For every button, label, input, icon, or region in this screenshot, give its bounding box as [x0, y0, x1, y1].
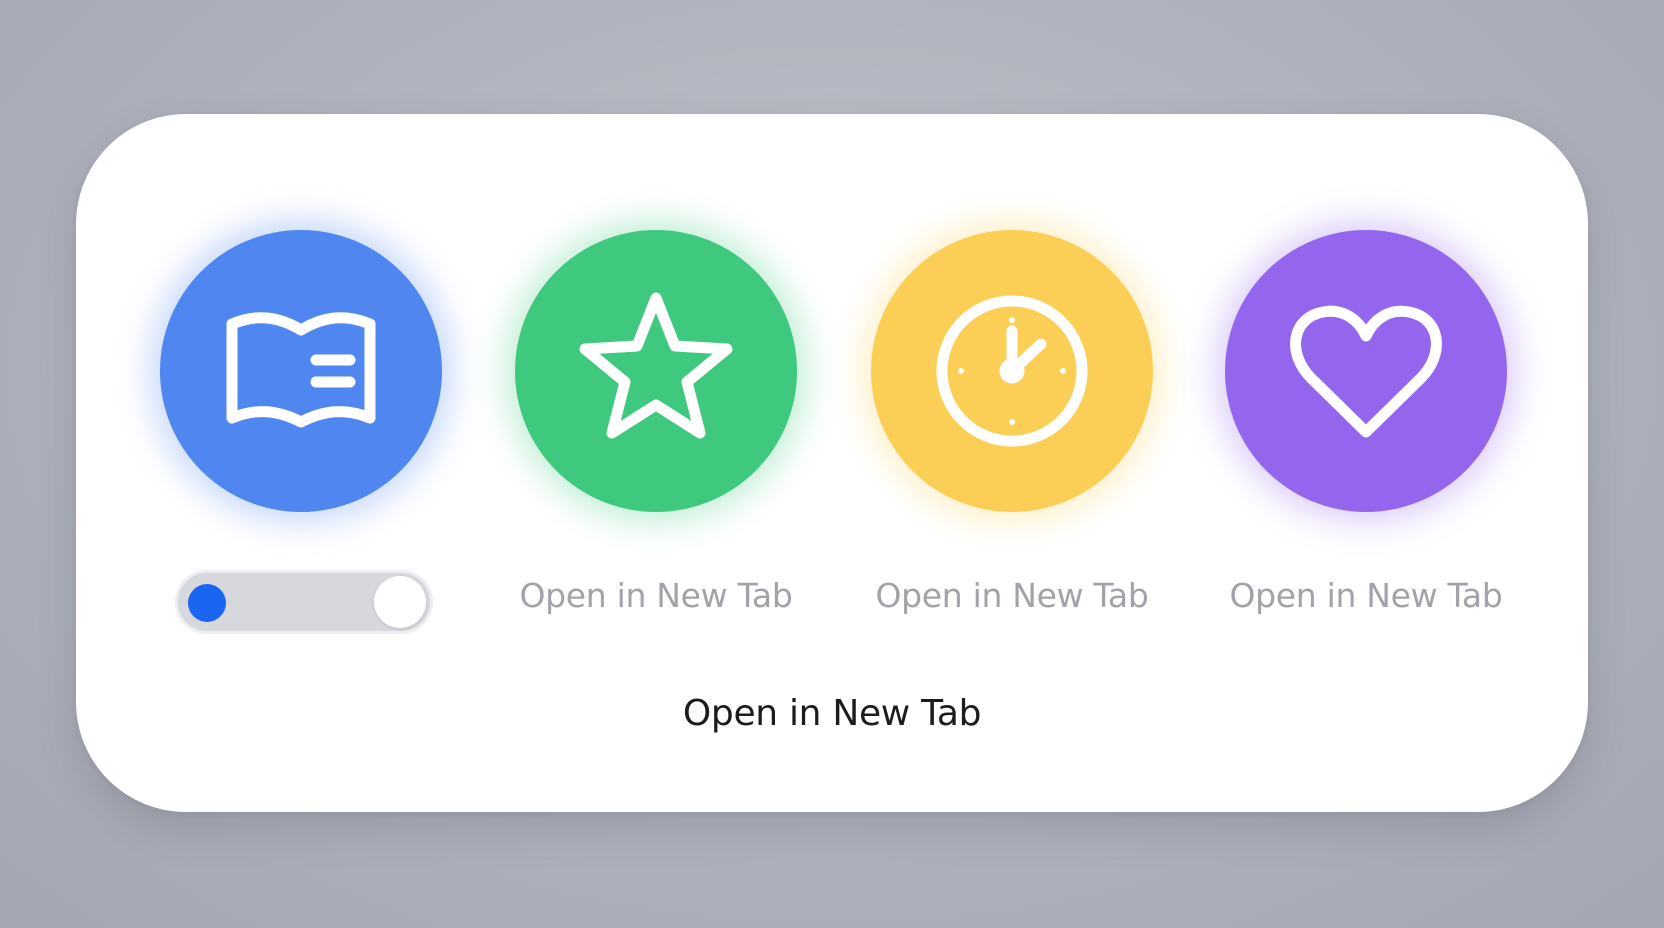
heart-tile[interactable]	[1225, 230, 1507, 512]
caption-title: Open in New Tab	[682, 693, 982, 734]
open-in-new-tab-label-clock[interactable]: Open in New Tab	[852, 576, 1172, 616]
heart-icon	[1290, 305, 1442, 438]
toggle-knob	[374, 576, 426, 628]
star-icon	[579, 292, 733, 439]
open-in-new-tab-label-star[interactable]: Open in New Tab	[496, 576, 816, 616]
clock-icon	[936, 295, 1088, 447]
open-in-new-tab-label-heart[interactable]: Open in New Tab	[1206, 576, 1526, 616]
book-icon	[226, 312, 376, 428]
clock-tile[interactable]	[871, 230, 1153, 512]
open-in-new-tab-toggle[interactable]	[175, 570, 433, 634]
options-card: Open in New Tab Open in New Tab Open in …	[76, 114, 1588, 812]
toggle-indicator-dot	[188, 584, 226, 622]
book-tile[interactable]	[160, 230, 442, 512]
star-tile[interactable]	[515, 230, 797, 512]
